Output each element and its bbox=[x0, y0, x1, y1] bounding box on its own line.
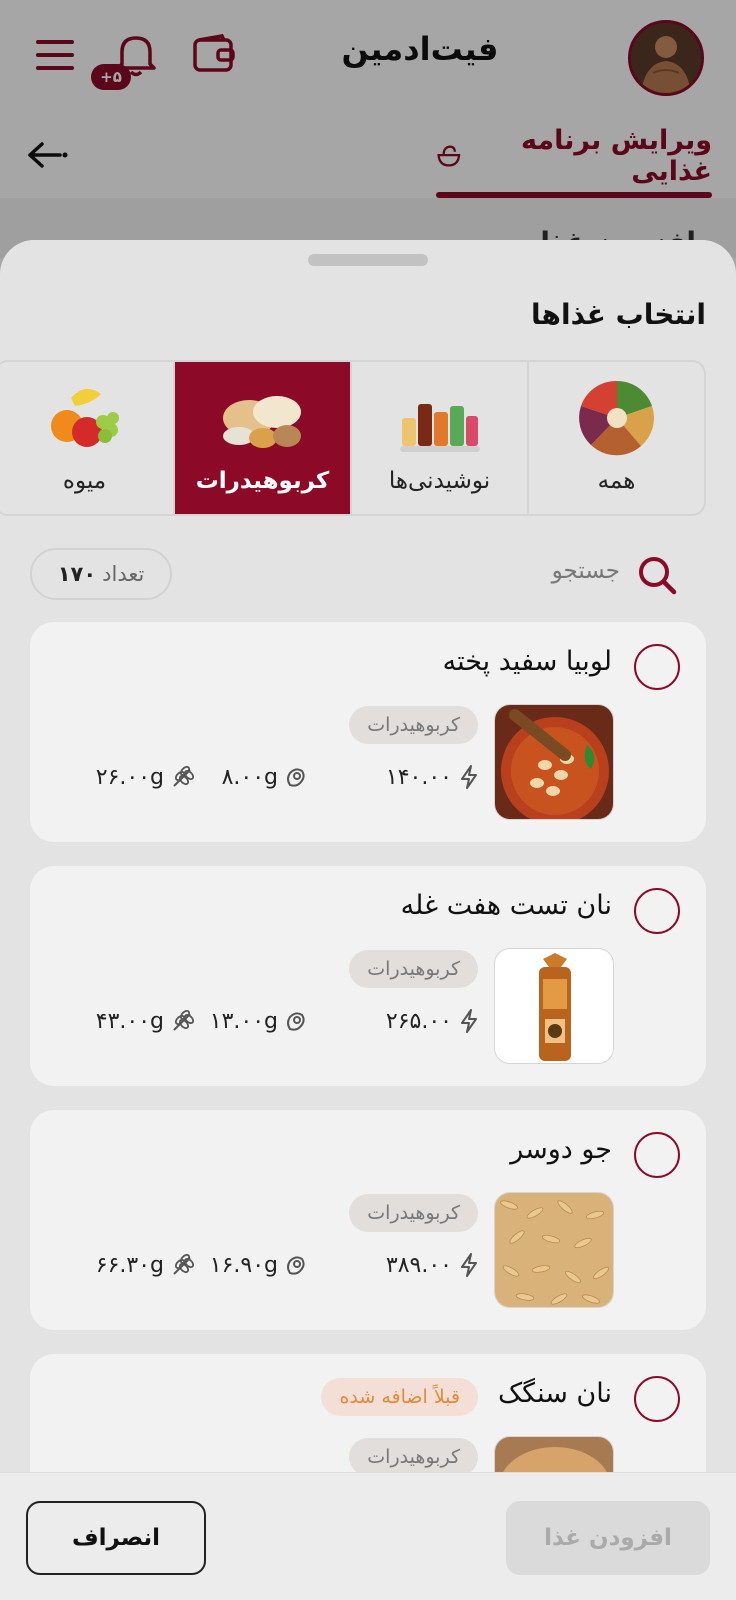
already-added-badge: قبلاً اضافه شده bbox=[321, 1378, 478, 1416]
carbs-value: ۶۶.۳۰g bbox=[95, 1252, 164, 1278]
food-card[interactable]: نان تست هفت غله کربوهیدرات ۲۶۵.۰۰ ۱۳.۰۰g bbox=[30, 866, 706, 1086]
lightning-icon bbox=[461, 1253, 477, 1277]
food-list: لوبیا سفید پخته کربوهیدرات ۱۴۰.۰۰ ۸.۰۰g … bbox=[30, 622, 706, 1598]
energy-stat: ۲۶۵.۰۰ bbox=[386, 1004, 480, 1038]
category-badge: کربوهیدرات bbox=[349, 950, 478, 988]
food-count-label: تعداد bbox=[102, 562, 145, 586]
search-row: تعداد ۱۷۰ جستجو bbox=[30, 548, 690, 600]
cancel-button[interactable]: انصراف bbox=[26, 1501, 206, 1575]
category-badge: کربوهیدرات bbox=[349, 1438, 478, 1476]
category-all[interactable]: همه bbox=[527, 362, 704, 514]
category-carbs-label: کربوهیدرات bbox=[195, 468, 330, 494]
protein-value: ۸.۰۰g bbox=[221, 764, 278, 790]
lightning-icon bbox=[461, 1009, 477, 1033]
category-fruits-label: میوه bbox=[62, 468, 107, 494]
food-name: جو دوسر bbox=[510, 1134, 612, 1165]
carbs-value: ۴۳.۰۰g bbox=[95, 1008, 164, 1034]
bread-bag-image bbox=[495, 949, 613, 1063]
food-card[interactable]: جو دوسر کربوهیدرات ۳۸۹.۰۰ ۱۶.۹۰g ۶۶.۳۰g bbox=[30, 1110, 706, 1330]
category-drinks-label: نوشیدنی‌ها bbox=[388, 468, 491, 494]
wheat-icon bbox=[173, 765, 195, 787]
sheet-drag-handle[interactable] bbox=[308, 254, 428, 266]
food-image bbox=[494, 704, 614, 820]
category-fruits[interactable]: میوه bbox=[0, 362, 173, 514]
meat-icon bbox=[287, 1012, 305, 1031]
carbs-stat: ۲۶.۰۰g bbox=[96, 760, 196, 794]
breads-grains-icon bbox=[222, 396, 301, 448]
mixed-food-plate-icon bbox=[578, 380, 654, 456]
food-image bbox=[494, 1192, 614, 1308]
protein-stat: ۱۶.۹۰g bbox=[210, 1248, 308, 1282]
food-count-pill: تعداد ۱۷۰ bbox=[30, 548, 172, 600]
energy-value: ۱۴۰.۰۰ bbox=[385, 764, 452, 790]
add-food-button[interactable]: افزودن غذا bbox=[506, 1501, 710, 1575]
lightning-icon bbox=[461, 765, 477, 789]
protein-stat: ۱۳.۰۰g bbox=[210, 1004, 308, 1038]
category-drinks[interactable]: نوشیدنی‌ها bbox=[350, 362, 527, 514]
fruits-icon bbox=[50, 388, 119, 447]
wheat-icon bbox=[173, 1009, 195, 1031]
meat-icon bbox=[287, 768, 305, 787]
category-carbs[interactable]: کربوهیدرات bbox=[173, 362, 350, 514]
search-icon[interactable] bbox=[636, 554, 678, 596]
protein-stat: ۸.۰۰g bbox=[222, 760, 308, 794]
category-tabs: همه نوشیدنی‌ها کربوهیدرات bbox=[0, 360, 706, 516]
select-radio[interactable] bbox=[634, 888, 680, 934]
energy-stat: ۳۸۹.۰۰ bbox=[386, 1248, 480, 1282]
protein-value: ۱۳.۰۰g bbox=[209, 1008, 278, 1034]
carbs-value: ۲۶.۰۰g bbox=[95, 764, 164, 790]
category-badge: کربوهیدرات bbox=[349, 1194, 478, 1232]
select-radio[interactable] bbox=[634, 1132, 680, 1178]
food-card[interactable]: لوبیا سفید پخته کربوهیدرات ۱۴۰.۰۰ ۸.۰۰g … bbox=[30, 622, 706, 842]
oat-grains-image bbox=[495, 1193, 613, 1307]
search-input[interactable]: جستجو bbox=[552, 558, 620, 584]
meat-icon bbox=[287, 1256, 305, 1275]
select-radio[interactable] bbox=[634, 1376, 680, 1422]
sheet-title: انتخاب غذاها bbox=[531, 298, 706, 331]
drinks-icon bbox=[399, 404, 480, 452]
category-badge: کربوهیدرات bbox=[349, 706, 478, 744]
food-name: لوبیا سفید پخته bbox=[442, 646, 612, 677]
energy-value: ۳۸۹.۰۰ bbox=[385, 1252, 452, 1278]
carbs-stat: ۶۶.۳۰g bbox=[96, 1248, 196, 1282]
wheat-icon bbox=[173, 1253, 195, 1275]
food-picker-sheet: انتخاب غذاها همه نوشیدنی bbox=[0, 240, 736, 1600]
food-image bbox=[494, 948, 614, 1064]
category-all-label: همه bbox=[597, 468, 636, 494]
food-name: نان سنگک bbox=[498, 1378, 612, 1409]
carbs-stat: ۴۳.۰۰g bbox=[96, 1004, 196, 1038]
energy-stat: ۱۴۰.۰۰ bbox=[386, 760, 480, 794]
protein-value: ۱۶.۹۰g bbox=[209, 1252, 278, 1278]
food-count-value: ۱۷۰ bbox=[57, 562, 97, 586]
food-name: نان تست هفت غله bbox=[400, 890, 612, 921]
baked-beans-bowl-image bbox=[495, 705, 613, 819]
bottom-action-bar: افزودن غذا انصراف bbox=[0, 1472, 736, 1600]
energy-value: ۲۶۵.۰۰ bbox=[385, 1008, 452, 1034]
select-radio[interactable] bbox=[634, 644, 680, 690]
